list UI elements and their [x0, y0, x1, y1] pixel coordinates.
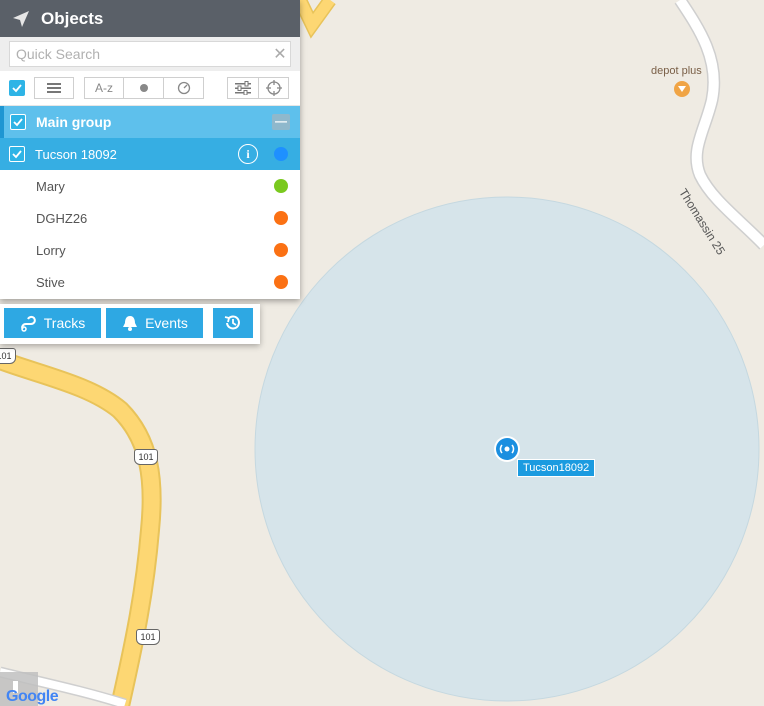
sliders-icon	[235, 81, 251, 95]
filter-settings-button[interactable]	[227, 77, 259, 99]
object-row-mary[interactable]: Mary	[0, 170, 300, 202]
object-name: DGHZ26	[36, 210, 88, 226]
action-bar: Tracks Events	[0, 304, 260, 344]
object-row-stive[interactable]: Stive	[0, 266, 300, 298]
clear-search-icon[interactable]: ✕	[270, 44, 290, 64]
checkmark-icon	[13, 118, 23, 127]
status-dot	[274, 179, 288, 193]
google-logo: Google	[6, 688, 59, 706]
quick-search-input[interactable]	[10, 45, 270, 63]
tracks-button[interactable]: Tracks	[4, 308, 101, 338]
checkmark-icon	[12, 150, 22, 159]
list-toolbar: A-z	[0, 71, 300, 106]
route-shield-top: 101	[0, 348, 16, 364]
status-dot	[274, 211, 288, 225]
list-lines-icon	[47, 83, 61, 93]
object-name: Stive	[36, 274, 65, 290]
panel-header: Objects	[0, 0, 300, 37]
group-checkbox[interactable]	[10, 114, 26, 130]
search-row: ✕	[0, 37, 300, 71]
status-dot-icon	[139, 84, 148, 92]
navigation-arrow-icon	[13, 10, 29, 27]
object-name: Lorry	[36, 242, 66, 258]
sort-status-button[interactable]	[124, 77, 164, 99]
collapse-group-button[interactable]: —	[272, 114, 290, 130]
google-logo-text: Google	[6, 688, 59, 705]
group-row-main[interactable]: Main group —	[0, 106, 300, 138]
object-name: Mary	[36, 178, 65, 194]
crosshair-icon	[265, 80, 282, 96]
locate-button[interactable]	[259, 77, 289, 99]
route-shield-mid: 101	[134, 449, 158, 465]
speedometer-icon	[177, 81, 190, 95]
object-row-lorry[interactable]: Lorry	[0, 234, 300, 266]
select-all-checkbox[interactable]	[9, 80, 25, 96]
checkmark-icon	[12, 84, 22, 93]
group-name: Main group	[36, 114, 112, 130]
object-row-dghz26[interactable]: DGHZ26	[0, 202, 300, 234]
object-name: Tucson 18092	[35, 146, 117, 162]
bell-icon	[123, 316, 138, 331]
panel-title: Objects	[41, 8, 104, 28]
objects-panel: Objects ✕ A-z Main group	[0, 0, 300, 299]
group-list-button[interactable]	[34, 77, 74, 99]
status-dot	[274, 243, 288, 257]
object-row-tucson[interactable]: Tucson 18092 i	[0, 138, 300, 170]
history-button[interactable]	[213, 308, 253, 338]
history-icon	[224, 315, 240, 330]
route-shield-bottom: 101	[136, 629, 160, 645]
events-label: Events	[145, 315, 188, 331]
sort-speed-button[interactable]	[164, 77, 204, 99]
tracks-label: Tracks	[43, 315, 86, 331]
sort-az-button[interactable]: A-z	[84, 77, 124, 99]
object-checkbox[interactable]	[9, 146, 25, 162]
info-icon[interactable]: i	[238, 144, 258, 164]
tracks-icon	[20, 315, 36, 332]
vehicle-marker-label[interactable]: Tucson18092	[517, 459, 596, 477]
search-box: ✕	[9, 41, 291, 67]
status-dot	[274, 147, 288, 161]
status-dot	[274, 275, 288, 289]
poi-label: depot plus	[651, 65, 702, 77]
events-button[interactable]: Events	[106, 308, 203, 338]
